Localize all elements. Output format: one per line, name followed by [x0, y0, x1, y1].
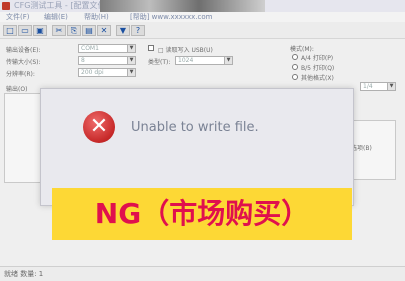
menu-bar: 文件(F) 编辑(E) 帮助(H) [帮助] www.xxxxxx.com: [0, 12, 405, 22]
ng-banner: NG（市场购买）: [52, 188, 352, 240]
paste-icon[interactable]: ▤: [82, 25, 96, 36]
status-bar: 就绪 数量: 1: [0, 266, 405, 281]
label-resolution: 分辨率(R):: [6, 71, 35, 78]
usb-checkbox-label: □ 读取写入 USB(U): [158, 47, 213, 54]
copy-icon[interactable]: ⎘: [67, 25, 81, 36]
label-size: 传输大小(S):: [6, 59, 41, 66]
radio-option-1[interactable]: [292, 54, 298, 60]
device-value: COM1: [81, 45, 99, 52]
label-mode: 模式(M):: [290, 46, 314, 53]
page-select[interactable]: 1/4 ▼: [360, 82, 396, 91]
size-value: 8: [81, 57, 85, 64]
error-message: Unable to write file.: [131, 120, 259, 135]
resolution-value: 200 dpi: [81, 69, 104, 76]
error-icon: ✕: [83, 111, 115, 143]
page-value: 1/4: [363, 83, 373, 90]
type-select[interactable]: 1024 ▼: [175, 56, 233, 65]
title-bar: CFG测试工具 - [配置文件编辑器]: [0, 0, 405, 12]
new-icon[interactable]: □: [3, 25, 17, 36]
ng-banner-text: NG（市场购买）: [94, 197, 310, 230]
label-type: 类型(T):: [148, 59, 171, 66]
section-output-label: 输出(O): [6, 86, 28, 93]
radio-option-1-label: A/4 打印(P): [301, 55, 334, 62]
toolbar: □ ▭ ▣ ✂ ⎘ ▤ ✕ ▼ ?: [0, 22, 405, 39]
chevron-down-icon: ▼: [127, 45, 135, 52]
chevron-down-icon: ▼: [224, 57, 232, 64]
resolution-select[interactable]: 200 dpi ▼: [78, 68, 136, 77]
save-icon[interactable]: ▣: [33, 25, 47, 36]
menu-file[interactable]: 文件(F): [6, 12, 30, 22]
radio-option-3[interactable]: [292, 74, 298, 80]
menu-url[interactable]: [帮助] www.xxxxxx.com: [130, 12, 212, 22]
app-icon: [2, 2, 10, 10]
chevron-down-icon: ▼: [387, 83, 395, 90]
cut-icon[interactable]: ✂: [52, 25, 66, 36]
side-button[interactable]: 选项(B): [351, 143, 372, 152]
chevron-down-icon: ▼: [127, 57, 135, 64]
type-value: 1024: [178, 57, 194, 64]
radio-option-2[interactable]: [292, 64, 298, 70]
chevron-down-icon: ▼: [127, 69, 135, 76]
label-device: 输出设备(E):: [6, 47, 41, 54]
usb-checkbox[interactable]: [148, 45, 154, 51]
radio-option-2-label: B/5 打印(Q): [301, 65, 335, 72]
status-text: 就绪 数量: 1: [4, 270, 44, 278]
title-bar-overlay-image: [100, 0, 265, 12]
menu-help[interactable]: 帮助(H): [84, 12, 109, 22]
radio-option-3-label: 其他格式(X): [301, 75, 334, 82]
menu-edit[interactable]: 编辑(E): [44, 12, 68, 22]
open-icon[interactable]: ▭: [18, 25, 32, 36]
size-select[interactable]: 8 ▼: [78, 56, 136, 65]
filter-icon[interactable]: ▼: [116, 25, 130, 36]
device-select[interactable]: COM1 ▼: [78, 44, 136, 53]
help-icon[interactable]: ?: [131, 25, 145, 36]
delete-icon[interactable]: ✕: [97, 25, 111, 36]
